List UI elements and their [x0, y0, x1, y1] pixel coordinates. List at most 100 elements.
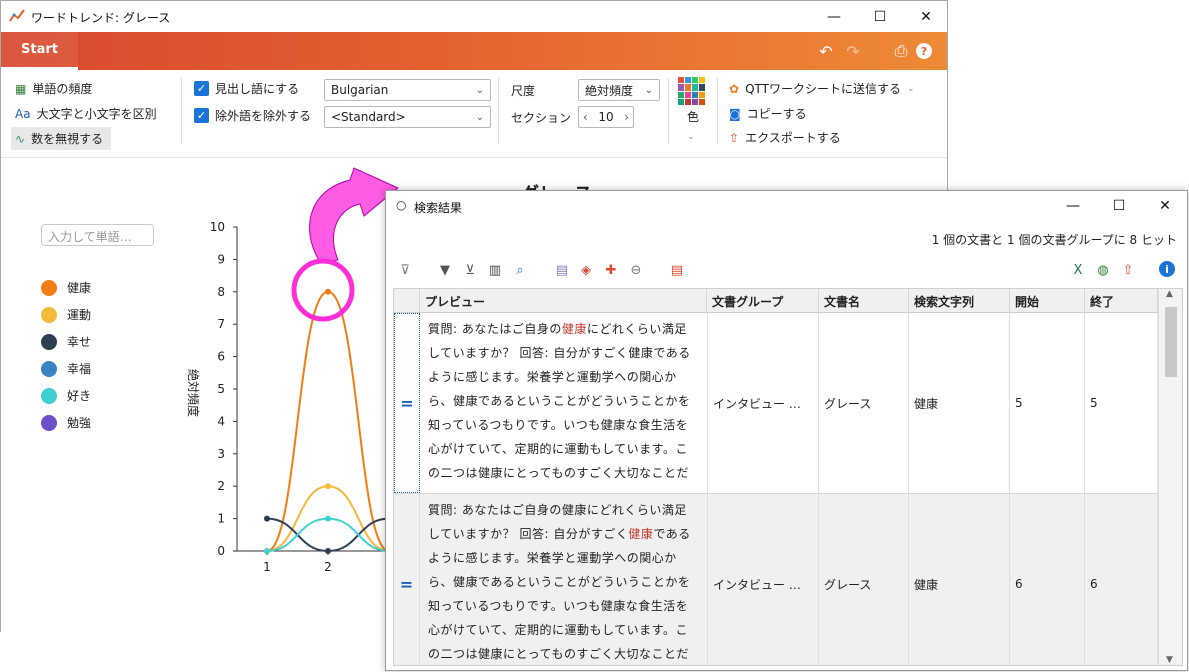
- end-cell: 6: [1085, 494, 1158, 665]
- window-title: 検索結果: [414, 201, 463, 215]
- term-cell: 健康: [909, 494, 1010, 665]
- legend-item[interactable]: 幸福: [41, 355, 91, 382]
- y-tick-label: 1: [217, 512, 225, 526]
- tab-start[interactable]: Start: [1, 32, 78, 70]
- export-icon[interactable]: ⇧: [1119, 261, 1137, 279]
- scrollbar-thumb[interactable]: [1165, 307, 1177, 377]
- headword-checkbox[interactable]: ✓ 見出し語にする: [194, 80, 299, 97]
- undo-icon[interactable]: ↶: [816, 41, 836, 61]
- row-handle-icon[interactable]: =: [394, 313, 420, 493]
- close-button[interactable]: ✕: [903, 1, 949, 32]
- col-document-group[interactable]: 文書グループ: [707, 289, 819, 313]
- legend-label: 幸福: [67, 362, 92, 376]
- legend-dot-icon: [41, 333, 57, 350]
- legend-dot-icon: [41, 306, 57, 323]
- language-select[interactable]: Bulgarian ⌄: [324, 79, 491, 101]
- divider: [181, 78, 182, 144]
- table-icon: ▦: [15, 81, 27, 96]
- clear-filter-icon[interactable]: ⊻: [461, 261, 479, 279]
- col-search-string[interactable]: 検索文字列: [909, 289, 1010, 313]
- code-icon[interactable]: ◈: [577, 261, 595, 279]
- document-icon[interactable]: ▤: [553, 261, 571, 279]
- chevron-down-icon: ⌄: [906, 83, 915, 94]
- case-sensitive-toggle[interactable]: Aa 大文字と小文字を区別: [15, 105, 157, 122]
- info-icon[interactable]: i: [1159, 261, 1175, 277]
- add-code-icon[interactable]: ✚: [602, 261, 620, 279]
- stopwords-checkbox[interactable]: ✓ 除外語を除外する: [194, 107, 311, 124]
- search-icon[interactable]: ⌕: [511, 261, 529, 279]
- start-cell: 6: [1010, 494, 1085, 665]
- legend-item[interactable]: 好き: [41, 382, 91, 409]
- col-preview[interactable]: プレビュー: [420, 289, 707, 313]
- legend-dot-icon: [41, 360, 57, 377]
- data-point: [325, 548, 331, 554]
- chevron-right-icon[interactable]: ›: [624, 110, 629, 124]
- minimize-button[interactable]: —: [811, 1, 857, 32]
- close-button[interactable]: ✕: [1142, 191, 1188, 221]
- search-results-window: ○ 検索結果 — ☐ ✕ 1 個の文書と 1 個の文書グループに 8 ヒット ⊽…: [385, 190, 1188, 671]
- row-handle-icon[interactable]: =: [394, 494, 420, 665]
- legend-dot-icon: [41, 279, 57, 296]
- help-icon[interactable]: ?: [916, 43, 932, 59]
- remove-icon[interactable]: ⊖: [627, 261, 645, 279]
- section-stepper[interactable]: ‹ 10 ›: [578, 106, 634, 128]
- filter-icon[interactable]: ▼: [436, 261, 454, 279]
- stoplist-select[interactable]: <Standard> ⌄: [324, 106, 491, 128]
- report-icon[interactable]: ▤: [668, 261, 686, 279]
- y-tick-label: 8: [217, 285, 225, 299]
- search-icon: ○: [396, 198, 407, 212]
- title-bar: ○ 検索結果 — ☐ ✕: [386, 191, 1187, 221]
- y-tick-label: 0: [217, 544, 225, 558]
- annotation-circle: [291, 258, 355, 322]
- word-frequency-button[interactable]: ▦ 単語の頻度: [15, 80, 92, 97]
- checkmark-icon: ✓: [194, 108, 209, 123]
- redo-icon[interactable]: ↷: [843, 41, 863, 61]
- col-end[interactable]: 終了: [1085, 289, 1158, 313]
- section-label: セクション: [511, 111, 572, 125]
- group-cell: インタビュー …: [707, 313, 819, 493]
- ignore-numbers-toggle[interactable]: ∿ 数を無視する: [11, 127, 112, 150]
- palette-icon[interactable]: [678, 77, 706, 105]
- preview-cell: 質問: あなたはご自身の健康にどれくらい満足していますか？ 回答: 自分がすごく…: [428, 503, 691, 661]
- chevron-left-icon[interactable]: ‹: [583, 110, 588, 124]
- y-tick-label: 7: [217, 317, 225, 331]
- print-icon[interactable]: ⎙: [891, 41, 911, 61]
- copy-button[interactable]: ◙ コピーする: [729, 105, 807, 122]
- doc-cell: グレース: [819, 313, 909, 493]
- table-row[interactable]: = 質問: あなたはご自身の健康にどれくらい満足していますか？ 回答: 自分がす…: [394, 313, 1158, 494]
- chevron-down-icon: ⌄: [644, 84, 653, 96]
- word-trend-app-icon: [9, 9, 25, 22]
- results-toolbar: ⊽ ▼ ⊻ ▥ ⌕ ▤ ◈ ✚ ⊖ ▤ X ◍ ⇧ i: [386, 261, 1187, 283]
- scroll-down-icon[interactable]: ▼: [1166, 655, 1173, 665]
- maximize-button[interactable]: ☐: [857, 1, 903, 32]
- word-search-input[interactable]: 入力して単語…: [41, 224, 154, 246]
- term-cell: 健康: [909, 313, 1010, 493]
- col-start[interactable]: 開始: [1010, 289, 1085, 313]
- chevron-down-icon[interactable]: ⌄: [687, 132, 695, 142]
- legend-item[interactable]: 幸せ: [41, 328, 91, 355]
- hit-count: 1 個の文書と 1 個の文書グループに 8 ヒット: [931, 233, 1177, 247]
- maximize-button[interactable]: ☐: [1096, 191, 1142, 221]
- color-label: 色: [687, 110, 700, 124]
- scale-select[interactable]: 絶対頻度 ⌄: [578, 79, 660, 101]
- legend-label: 好き: [67, 389, 92, 403]
- legend-item[interactable]: 運動: [41, 301, 91, 328]
- preview-cell: 質問: あなたはご自身の健康にどれくらい満足していますか？ 回答: 自分がすごく…: [428, 322, 691, 480]
- col-document-name[interactable]: 文書名: [819, 289, 909, 313]
- table-row[interactable]: = 質問: あなたはご自身の健康にどれくらい満足していますか？ 回答: 自分がす…: [394, 494, 1158, 665]
- send-qtt-button[interactable]: ✿ QTTワークシートに送信する ⌄: [729, 80, 915, 97]
- export-button[interactable]: ⇧ エクスポートする: [729, 129, 841, 146]
- legend-item[interactable]: 健康: [41, 274, 91, 301]
- legend-item[interactable]: 勉強: [41, 409, 91, 436]
- activate-filter-icon[interactable]: ⊽: [396, 261, 414, 279]
- vertical-scrollbar[interactable]: ▲ ▼: [1158, 289, 1182, 665]
- minimize-button[interactable]: —: [1050, 191, 1096, 221]
- columns-icon[interactable]: ▥: [486, 261, 504, 279]
- ribbon: ▦ 単語の頻度 Aa 大文字と小文字を区別 ∿ 数を無視する ✓ 見出し語にする…: [1, 70, 947, 158]
- chevron-down-icon: ⌄: [475, 84, 484, 96]
- trend-icon: ∿: [15, 131, 26, 146]
- excel-icon[interactable]: X: [1069, 261, 1087, 279]
- globe-icon[interactable]: ◍: [1094, 261, 1112, 279]
- divider: [717, 78, 718, 144]
- scroll-up-icon[interactable]: ▲: [1166, 289, 1173, 299]
